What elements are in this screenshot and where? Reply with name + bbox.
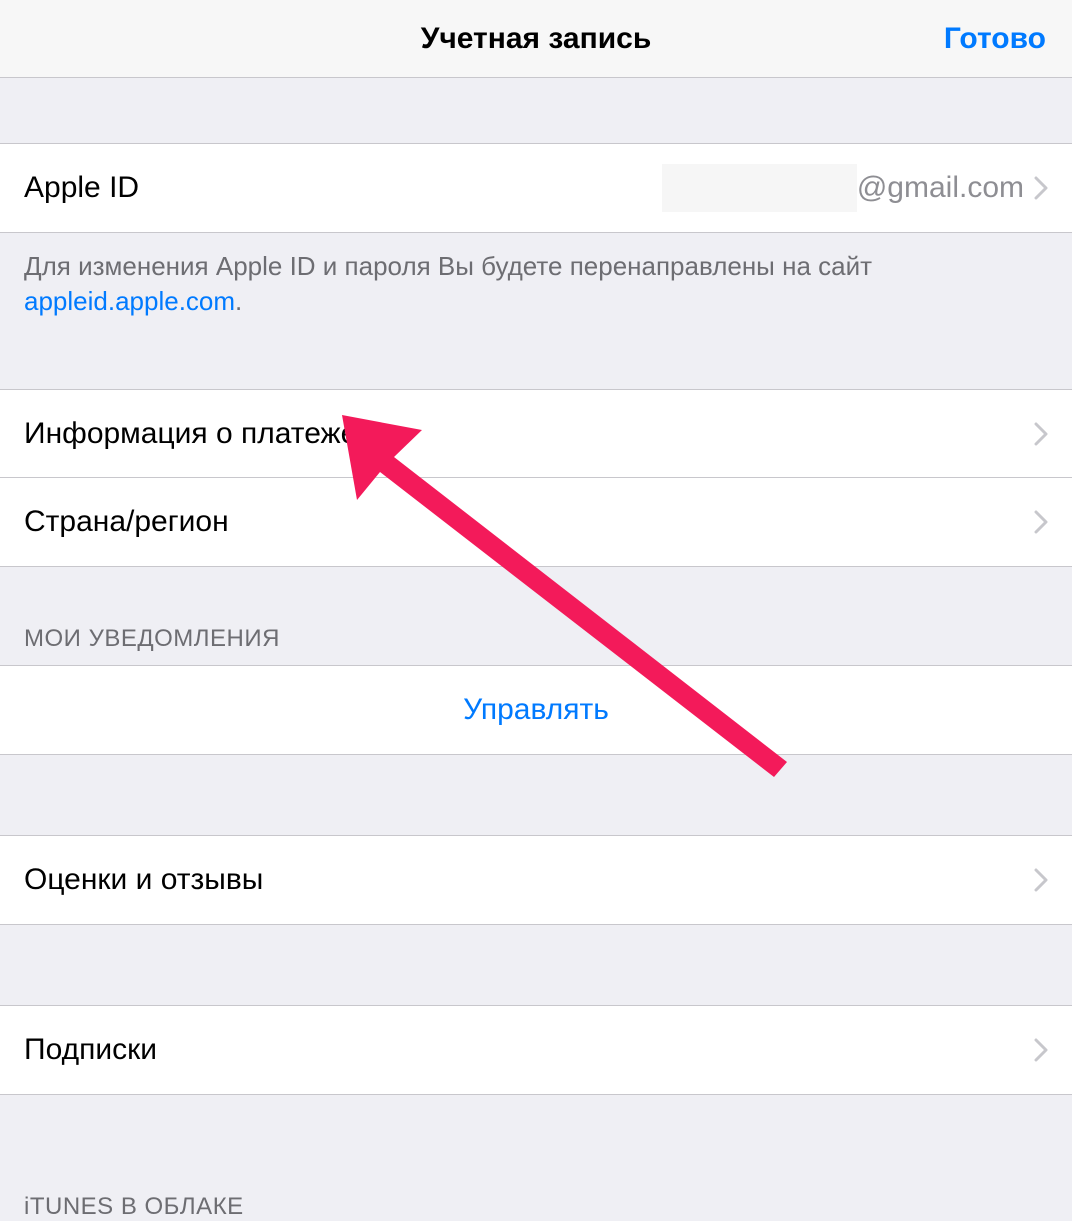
apple-id-label: Apple ID — [24, 171, 139, 205]
chevron-right-icon — [1034, 510, 1048, 534]
payment-info-label: Информация о платеже — [24, 417, 357, 451]
ratings-reviews-right — [1034, 868, 1048, 892]
apple-id-right: @gmail.com — [662, 164, 1048, 212]
notifications-group: Управлять — [0, 665, 1072, 755]
chevron-right-icon — [1034, 422, 1048, 446]
done-button[interactable]: Готово — [944, 22, 1046, 56]
section-spacer — [0, 1095, 1072, 1193]
subscriptions-group: Подписки — [0, 1005, 1072, 1095]
country-region-label: Страна/регион — [24, 505, 229, 539]
section-spacer — [0, 78, 1072, 143]
payment-group: Информация о платеже Страна/регион — [0, 389, 1072, 567]
subscriptions-label: Подписки — [24, 1033, 157, 1067]
ratings-reviews-row[interactable]: Оценки и отзывы — [0, 836, 1072, 924]
chevron-right-icon — [1034, 176, 1048, 200]
navbar: Учетная запись Готово — [0, 0, 1072, 78]
payment-info-right — [1034, 422, 1048, 446]
page-title: Учетная запись — [421, 22, 652, 56]
ratings-group: Оценки и отзывы — [0, 835, 1072, 925]
manage-label: Управлять — [463, 693, 609, 727]
apple-id-footer: Для изменения Apple ID и пароля Вы будет… — [0, 233, 1072, 319]
icloud-header: iTUNES В ОБЛАКЕ — [0, 1193, 1072, 1221]
appleid-link[interactable]: appleid.apple.com — [24, 286, 235, 316]
chevron-right-icon — [1034, 1038, 1048, 1062]
notifications-header: МОИ УВЕДОМЛЕНИЯ — [0, 567, 1072, 665]
apple-id-row[interactable]: Apple ID @gmail.com — [0, 144, 1072, 232]
payment-info-row[interactable]: Информация о платеже — [0, 390, 1072, 478]
ratings-reviews-label: Оценки и отзывы — [24, 863, 263, 897]
section-spacer — [0, 755, 1072, 835]
section-spacer — [0, 319, 1072, 389]
section-spacer — [0, 925, 1072, 1005]
apple-id-group: Apple ID @gmail.com — [0, 143, 1072, 233]
footer-text-before: Для изменения Apple ID и пароля Вы будет… — [24, 251, 872, 281]
apple-id-value: @gmail.com — [662, 164, 1024, 212]
apple-id-value-suffix: @gmail.com — [857, 171, 1024, 205]
redacted-email-prefix — [662, 164, 857, 212]
chevron-right-icon — [1034, 868, 1048, 892]
subscriptions-row[interactable]: Подписки — [0, 1006, 1072, 1094]
footer-text-after: . — [235, 286, 242, 316]
subscriptions-right — [1034, 1038, 1048, 1062]
manage-row[interactable]: Управлять — [0, 666, 1072, 754]
country-region-right — [1034, 510, 1048, 534]
country-region-row[interactable]: Страна/регион — [0, 478, 1072, 566]
